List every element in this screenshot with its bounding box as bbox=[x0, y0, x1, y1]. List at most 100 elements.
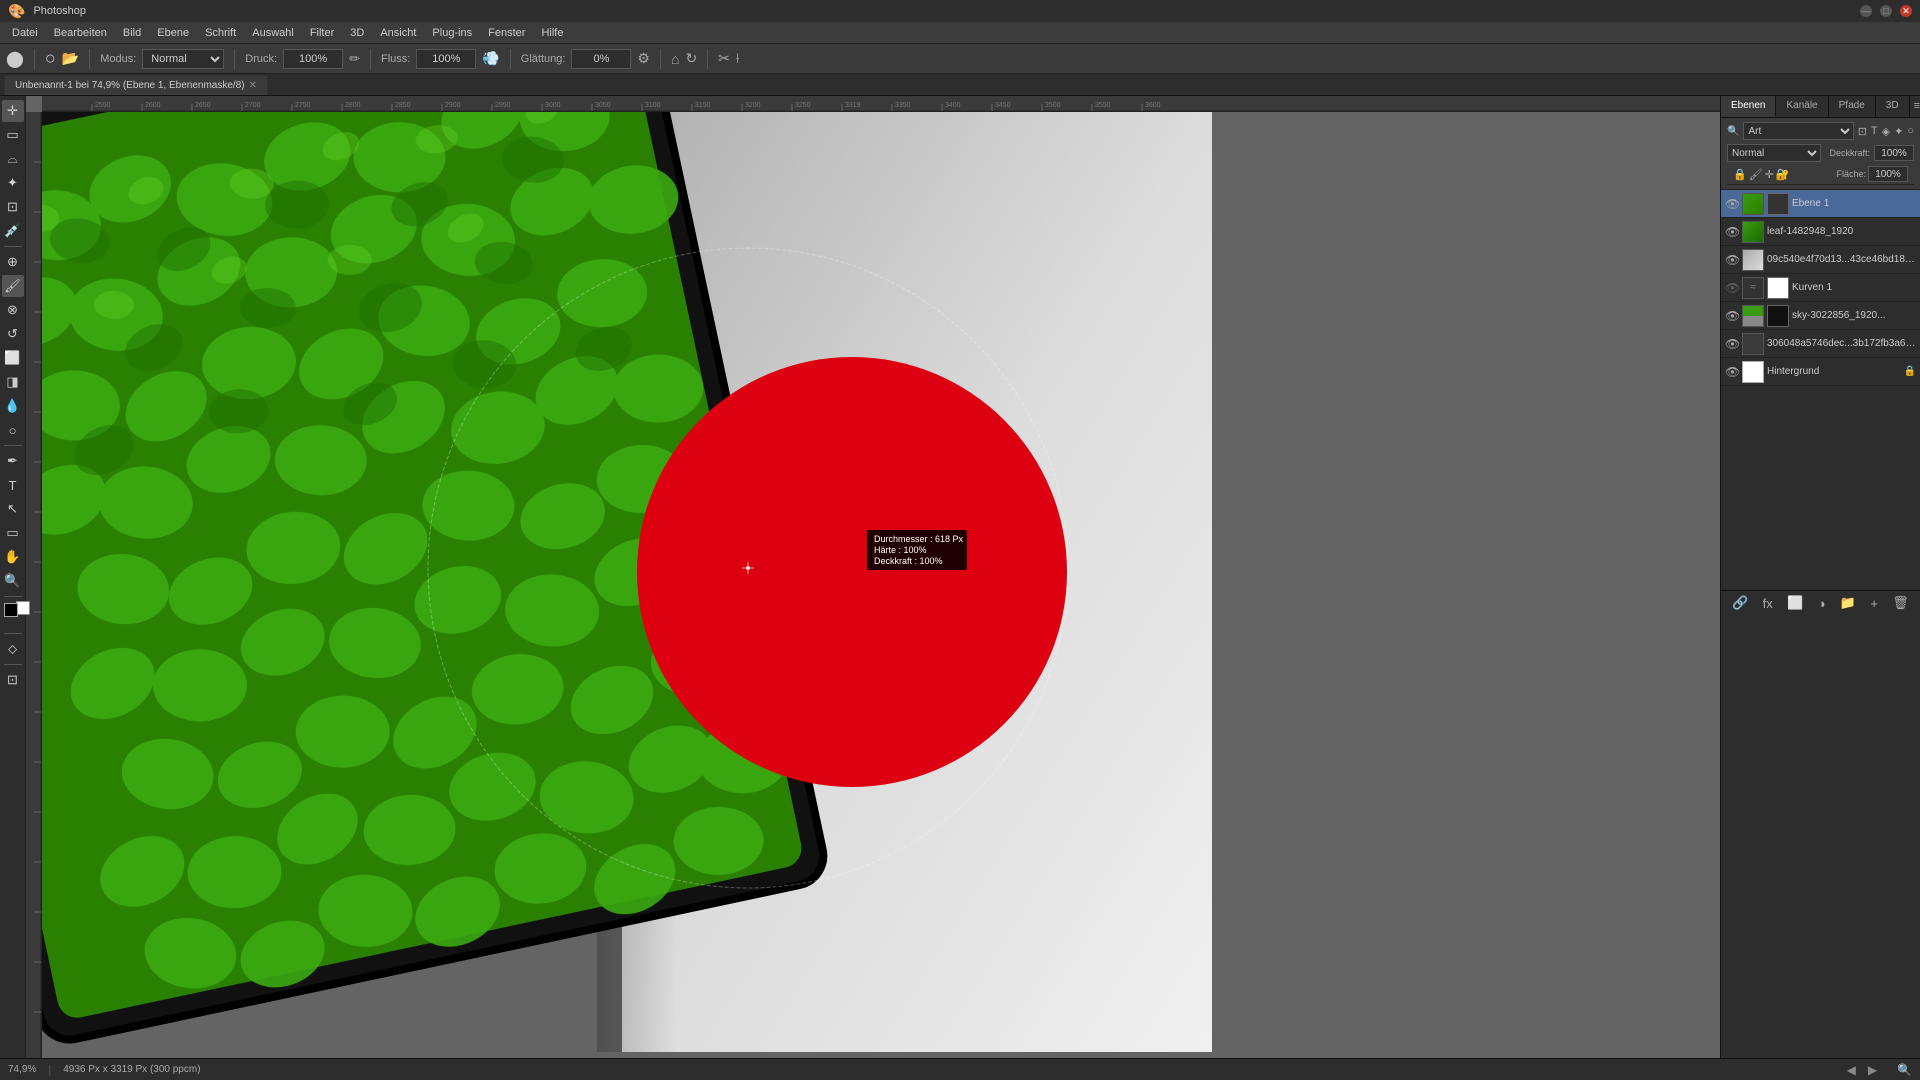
lock-all-icon[interactable]: 🔐 bbox=[1776, 168, 1790, 181]
visibility-icon[interactable]: 👁 bbox=[1725, 281, 1739, 295]
lasso-tool[interactable]: ⌓ bbox=[2, 148, 24, 170]
layer-item[interactable]: 👁 leaf-1482948_1920 bbox=[1721, 218, 1920, 246]
layer-item[interactable]: 👁 ≈ Kurven 1 bbox=[1721, 274, 1920, 302]
path-select-tool[interactable]: ↖ bbox=[2, 498, 24, 520]
foreground-color[interactable] bbox=[4, 603, 18, 617]
visibility-icon[interactable]: 👁 bbox=[1725, 197, 1739, 211]
zoom-status-icon[interactable]: 🔍 bbox=[1897, 1063, 1912, 1077]
glaettung-input[interactable] bbox=[571, 49, 631, 69]
menu-auswahl[interactable]: Auswahl bbox=[244, 25, 302, 41]
canvas-container[interactable]: Durchmesser : 618 Px Härte : 100% Deckkr… bbox=[42, 112, 1720, 1058]
quick-mask-tool[interactable]: ⬦ bbox=[2, 638, 24, 660]
visibility-icon[interactable]: 👁 bbox=[1725, 337, 1739, 351]
minimize-button[interactable]: — bbox=[1860, 5, 1872, 17]
symmetry-icon[interactable]: ⌂ bbox=[671, 51, 679, 67]
eyedropper-tool[interactable]: 💉 bbox=[2, 220, 24, 242]
brush-options-icon[interactable]: ○ bbox=[45, 48, 56, 69]
airbrush-icon[interactable]: 💨 bbox=[482, 50, 499, 67]
visibility-icon[interactable]: 👁 bbox=[1725, 225, 1739, 239]
opacity-input[interactable] bbox=[1874, 145, 1914, 161]
next-button[interactable]: ▶ bbox=[1868, 1063, 1877, 1077]
menu-3d[interactable]: 3D bbox=[342, 25, 372, 41]
stamp-tool[interactable]: ⊗ bbox=[2, 299, 24, 321]
extra-tool1[interactable]: ✂ bbox=[718, 50, 730, 67]
dodge-tool[interactable]: ○ bbox=[2, 419, 24, 441]
panel-collapse-icon[interactable]: ≡ bbox=[1910, 96, 1920, 117]
lock-image-icon[interactable]: 🖌 bbox=[1749, 168, 1763, 181]
tabbar: Unbenannt-1 bei 74,9% (Ebene 1, Ebenenma… bbox=[0, 74, 1920, 96]
prev-button[interactable]: ◀ bbox=[1847, 1063, 1856, 1077]
blur-tool[interactable]: 💧 bbox=[2, 395, 24, 417]
magic-wand-tool[interactable]: ✦ bbox=[2, 172, 24, 194]
menu-plugins[interactable]: Plug-ins bbox=[424, 25, 480, 41]
menu-bearbeiten[interactable]: Bearbeiten bbox=[46, 25, 115, 41]
menu-bild[interactable]: Bild bbox=[115, 25, 149, 41]
menu-hilfe[interactable]: Hilfe bbox=[533, 25, 571, 41]
eraser-tool[interactable]: ⬜ bbox=[2, 347, 24, 369]
extra-tool2[interactable]: ⟊ bbox=[736, 50, 740, 67]
menu-datei[interactable]: Datei bbox=[4, 25, 46, 41]
pen-tool[interactable]: ✒ bbox=[2, 450, 24, 472]
zoom-tool[interactable]: 🔍 bbox=[2, 570, 24, 592]
filter-toggle[interactable]: ○ bbox=[1907, 125, 1914, 137]
svg-text:3319: 3319 bbox=[845, 102, 861, 109]
screen-mode-tool[interactable]: ⊡ bbox=[2, 669, 24, 691]
fluss-input[interactable] bbox=[416, 49, 476, 69]
visibility-icon[interactable]: 👁 bbox=[1725, 253, 1739, 267]
menu-ebene[interactable]: Ebene bbox=[149, 25, 197, 41]
add-adjustment-icon[interactable]: ◑ bbox=[1818, 596, 1826, 611]
pressure-icon[interactable]: ✏ bbox=[349, 51, 360, 67]
visibility-icon[interactable]: 👁 bbox=[1725, 309, 1739, 323]
lock-transparent-icon[interactable]: 🔒 bbox=[1733, 168, 1747, 181]
text-tool[interactable]: T bbox=[2, 474, 24, 496]
add-mask-icon[interactable]: ⬜ bbox=[1787, 595, 1803, 611]
add-group-icon[interactable]: 📁 bbox=[1840, 595, 1856, 611]
tab-ebenen[interactable]: Ebenen bbox=[1721, 96, 1776, 117]
canvas-tab[interactable]: Unbenannt-1 bei 74,9% (Ebene 1, Ebenenma… bbox=[4, 75, 268, 95]
layer-item[interactable]: 👁 sky-3022856_1920... bbox=[1721, 302, 1920, 330]
history-tool[interactable]: ↺ bbox=[2, 323, 24, 345]
gradient-tool[interactable]: ◨ bbox=[2, 371, 24, 393]
layer-item[interactable]: 👁 306048a5746dec...3b172fb3a6c08 bbox=[1721, 330, 1920, 358]
tab-kanaele[interactable]: Kanäle bbox=[1776, 96, 1828, 117]
angle-icon[interactable]: ↻ bbox=[685, 50, 697, 67]
add-layer-icon[interactable]: + bbox=[1870, 596, 1878, 611]
menu-fenster[interactable]: Fenster bbox=[480, 25, 533, 41]
delete-layer-icon[interactable]: 🗑 bbox=[1892, 595, 1909, 611]
hand-tool[interactable]: ✋ bbox=[2, 546, 24, 568]
druck-input[interactable] bbox=[283, 49, 343, 69]
visibility-icon[interactable]: 👁 bbox=[1725, 365, 1739, 379]
tab-close-button[interactable]: ✕ bbox=[249, 80, 257, 91]
selection-tool[interactable]: ▭ bbox=[2, 124, 24, 146]
filter-icon4[interactable]: ✦ bbox=[1894, 125, 1903, 138]
maximize-button[interactable]: □ bbox=[1880, 5, 1892, 17]
menu-filter[interactable]: Filter bbox=[302, 25, 342, 41]
glaettung-settings-icon[interactable]: ⚙ bbox=[637, 50, 650, 67]
tab-3d[interactable]: 3D bbox=[1876, 96, 1910, 117]
crop-tool[interactable]: ⊡ bbox=[2, 196, 24, 218]
link-layers-icon[interactable]: 🔗 bbox=[1732, 595, 1748, 611]
fill-input[interactable] bbox=[1868, 166, 1908, 182]
filter-type-select[interactable]: Art bbox=[1743, 122, 1853, 140]
tab-pfade[interactable]: Pfade bbox=[1829, 96, 1876, 117]
shape-tool[interactable]: ▭ bbox=[2, 522, 24, 544]
canvas-area[interactable]: 2550 2600 2650 2700 2750 2800 2850 2900 … bbox=[26, 96, 1720, 1058]
filter-icon3[interactable]: ◈ bbox=[1882, 125, 1890, 138]
brush-preset-icon[interactable]: 📂 bbox=[62, 50, 79, 67]
close-button[interactable]: ✕ bbox=[1900, 5, 1912, 17]
heal-tool[interactable]: ⊕ bbox=[2, 251, 24, 273]
layer-item[interactable]: 👁 Hintergrund 🔒 bbox=[1721, 358, 1920, 386]
blend-mode-select[interactable]: Normal bbox=[1727, 144, 1821, 162]
background-color[interactable] bbox=[16, 601, 30, 615]
filter-icon2[interactable]: T bbox=[1871, 125, 1878, 137]
lock-position-icon[interactable]: ✛ bbox=[1765, 168, 1774, 181]
menu-schrift[interactable]: Schrift bbox=[197, 25, 244, 41]
menu-ansicht[interactable]: Ansicht bbox=[372, 25, 424, 41]
move-tool[interactable]: ✛ bbox=[2, 100, 24, 122]
mode-select[interactable]: Normal Auflösen Abdunkeln bbox=[142, 49, 224, 69]
add-style-icon[interactable]: fx bbox=[1763, 596, 1773, 611]
layer-item[interactable]: 👁 Ebene 1 bbox=[1721, 190, 1920, 218]
layer-item[interactable]: 👁 09c540e4f70d13...43ce46bd18f3f2 bbox=[1721, 246, 1920, 274]
filter-icon1[interactable]: ⊡ bbox=[1858, 125, 1867, 138]
brush-tool[interactable]: 🖌 bbox=[2, 275, 24, 297]
